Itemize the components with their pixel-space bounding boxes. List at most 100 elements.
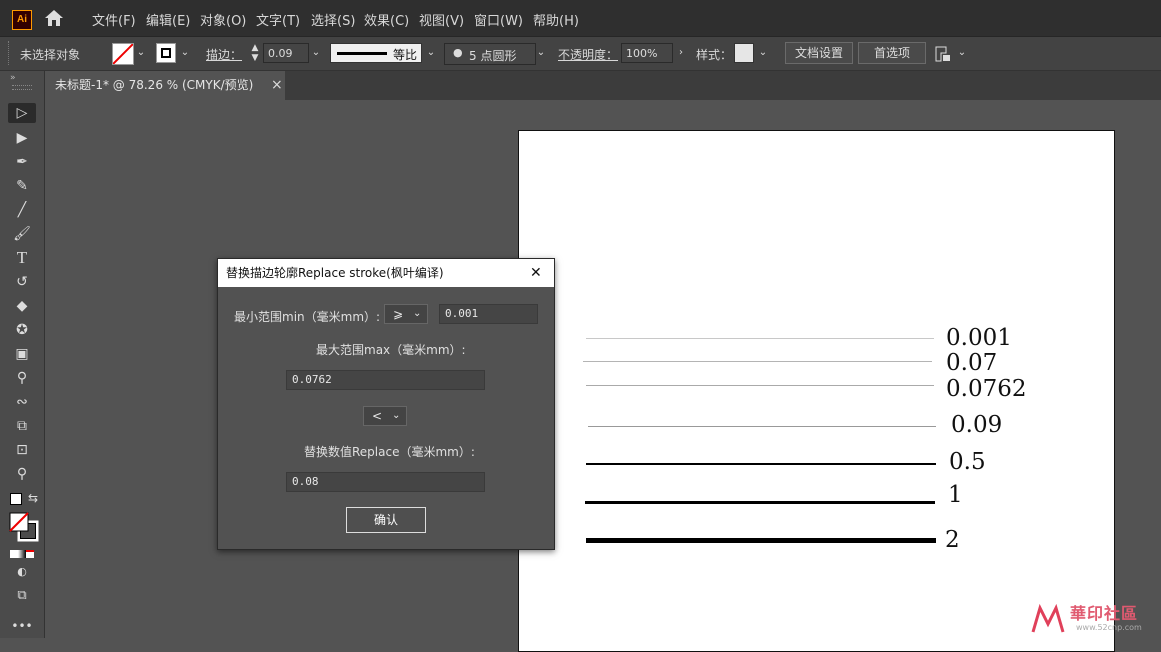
- menu-file[interactable]: 文件(F): [92, 10, 136, 29]
- min-value-input[interactable]: 0.001: [439, 304, 538, 324]
- artboard[interactable]: 0.001 0.07 0.0762 0.09 0.5 1 2: [518, 130, 1115, 652]
- chevron-down-icon[interactable]: ⌄: [309, 43, 323, 63]
- opacity-label[interactable]: 不透明度：: [558, 46, 618, 63]
- stroke-label[interactable]: 描边：: [206, 46, 242, 63]
- stroke-line-0.5[interactable]: [586, 463, 936, 465]
- replace-value-input[interactable]: 0.08: [286, 472, 485, 492]
- chevron-down-icon: ⌄: [392, 410, 401, 421]
- document-tab-title: 未标题-1* @ 78.26 % (CMYK/预览): [55, 78, 254, 92]
- fill-stroke-widget[interactable]: [9, 512, 39, 542]
- menu-select[interactable]: 选择(S): [311, 10, 355, 29]
- watermark-text: 華印社區: [1070, 604, 1139, 623]
- paintbrush-tool-icon[interactable]: 🖌: [8, 224, 36, 244]
- selection-tool-icon[interactable]: ▷: [8, 103, 36, 123]
- brush-dot-icon: ●: [453, 46, 463, 59]
- tools-panel: » ▷ ▶ ✒ ✎ ╱ 🖌 T ↺ ◆ ✪ ▣ ⚲ ∾ ⧉ ⊡ ⚲ ⇆ ◐ ⧉ …: [0, 71, 45, 638]
- line-tool-icon[interactable]: ╱: [8, 200, 36, 220]
- direct-selection-tool-icon[interactable]: ▶: [8, 128, 36, 148]
- menu-object[interactable]: 对象(O): [200, 10, 246, 29]
- menu-edit[interactable]: 编辑(E): [146, 10, 190, 29]
- chevron-down-icon[interactable]: ⌄: [134, 43, 148, 63]
- graphic-style-swatch[interactable]: [734, 43, 754, 63]
- menu-type[interactable]: 文字(T): [256, 10, 300, 29]
- preferences-button[interactable]: 首选项: [858, 42, 926, 64]
- close-icon[interactable]: ×: [271, 71, 283, 99]
- menu-window[interactable]: 窗口(W): [474, 10, 523, 29]
- max-operator-select[interactable]: < ⌄: [363, 406, 407, 426]
- chevron-down-icon[interactable]: ⌄: [756, 43, 770, 63]
- draw-mode-icon[interactable]: ◐: [8, 562, 36, 582]
- eyedropper-tool-icon[interactable]: ⚲: [8, 368, 36, 388]
- chevron-down-icon[interactable]: ⌄: [534, 43, 548, 63]
- stroke-line-0.09[interactable]: [588, 426, 936, 427]
- document-setup-button[interactable]: 文档设置: [785, 42, 853, 64]
- stroke-line-0.001[interactable]: [586, 338, 934, 339]
- more-tools-icon[interactable]: •••: [8, 616, 36, 636]
- dialog-title-bar[interactable]: 替换描边轮廓Replace stroke(枫叶编译) ✕: [218, 259, 554, 287]
- stroke-line-2[interactable]: [586, 538, 936, 543]
- menu-view[interactable]: 视图(V): [419, 10, 464, 29]
- stroke-weight-input[interactable]: 0.09 mr: [263, 43, 309, 80]
- pen-tool-icon[interactable]: ✒: [8, 152, 36, 172]
- eraser-tool-icon[interactable]: ◆: [8, 296, 36, 316]
- arrange-documents-icon[interactable]: [934, 45, 952, 63]
- watermark-url: www.52cnp.com: [1076, 623, 1142, 632]
- selection-status: 未选择对象: [20, 48, 81, 62]
- puppet-warp-tool-icon[interactable]: ✪: [8, 320, 36, 340]
- line-label: 0.07: [946, 350, 998, 376]
- grip-icon: [12, 85, 32, 90]
- stroke-line-0.0762[interactable]: [586, 385, 934, 386]
- brush-label: 5 点圆形: [469, 49, 517, 63]
- watermark: 華印社區 www.52cnp.com: [1030, 598, 1161, 638]
- stroke-swatch[interactable]: [156, 43, 176, 63]
- variable-width-profile[interactable]: 等比: [330, 43, 422, 63]
- menu-bar: Ai 文件(F) 编辑(E) 对象(O) 文字(T) 选择(S) 效果(C) 视…: [0, 0, 1161, 37]
- replace-stroke-dialog: 替换描边轮廓Replace stroke(枫叶编译) ✕ 最小范围min（毫米m…: [217, 258, 555, 550]
- chevron-right-icon[interactable]: ›: [674, 43, 688, 63]
- stroke-line-0.07[interactable]: [583, 361, 932, 362]
- min-operator-select[interactable]: ⩾ ⌄: [384, 304, 428, 324]
- chevron-down-icon[interactable]: ⌄: [424, 43, 438, 63]
- document-tab[interactable]: 未标题-1* @ 78.26 % (CMYK/预览) ×: [45, 71, 285, 100]
- min-operator: ⩾: [393, 307, 404, 321]
- fill-swatch[interactable]: [112, 43, 134, 65]
- blend-tool-icon[interactable]: ∾: [8, 392, 36, 412]
- chevron-down-icon[interactable]: ⌄: [955, 43, 969, 63]
- gradient-tool-icon[interactable]: ▣: [8, 344, 36, 364]
- line-label: 2: [945, 527, 960, 553]
- stroke-line-1[interactable]: [585, 501, 935, 504]
- brush-definition[interactable]: ● 5 点圆形: [444, 43, 536, 65]
- line-label: 0.001: [946, 325, 1012, 351]
- zoom-tool-icon[interactable]: ⚲: [8, 464, 36, 484]
- artboard-tool-icon[interactable]: ⊡: [8, 440, 36, 460]
- type-tool-icon[interactable]: T: [8, 248, 36, 268]
- dialog-title: 替换描边轮廓Replace stroke(枫叶编译): [226, 266, 444, 280]
- max-value-input[interactable]: 0.0762: [286, 370, 485, 390]
- menu-effect[interactable]: 效果(C): [364, 10, 409, 29]
- chevron-down-icon[interactable]: ⌄: [178, 43, 192, 63]
- swap-colors-icon[interactable]: ⇆: [28, 491, 38, 505]
- stepper-icon[interactable]: ▲ ▼: [248, 43, 262, 63]
- line-label: 1: [948, 482, 963, 508]
- min-label: 最小范围min（毫米mm）:: [234, 310, 381, 324]
- max-operator: <: [372, 409, 383, 423]
- rotate-tool-icon[interactable]: ↺: [8, 272, 36, 292]
- menu-help[interactable]: 帮助(H): [533, 10, 579, 29]
- line-label: 0.5: [949, 449, 986, 475]
- confirm-button[interactable]: 确认: [346, 507, 426, 533]
- curvature-tool-icon[interactable]: ✎: [8, 176, 36, 196]
- max-label: 最大范围max（毫米mm）:: [316, 343, 466, 357]
- close-icon[interactable]: ✕: [530, 259, 542, 287]
- style-label: 样式：: [696, 48, 733, 62]
- screen-mode-icon[interactable]: ⧉: [8, 586, 36, 606]
- symbol-sprayer-tool-icon[interactable]: ⧉: [8, 416, 36, 436]
- color-mode-icons[interactable]: [10, 547, 38, 558]
- no-fill-icon: [112, 43, 134, 65]
- grip-icon: [8, 41, 12, 65]
- home-icon[interactable]: [44, 9, 64, 27]
- collapse-icon[interactable]: »: [10, 73, 16, 83]
- opacity-input[interactable]: 100%: [621, 43, 673, 63]
- default-colors-icon[interactable]: [10, 493, 22, 505]
- chevron-down-icon: ⌄: [413, 308, 422, 319]
- line-label: 0.0762: [946, 376, 1027, 402]
